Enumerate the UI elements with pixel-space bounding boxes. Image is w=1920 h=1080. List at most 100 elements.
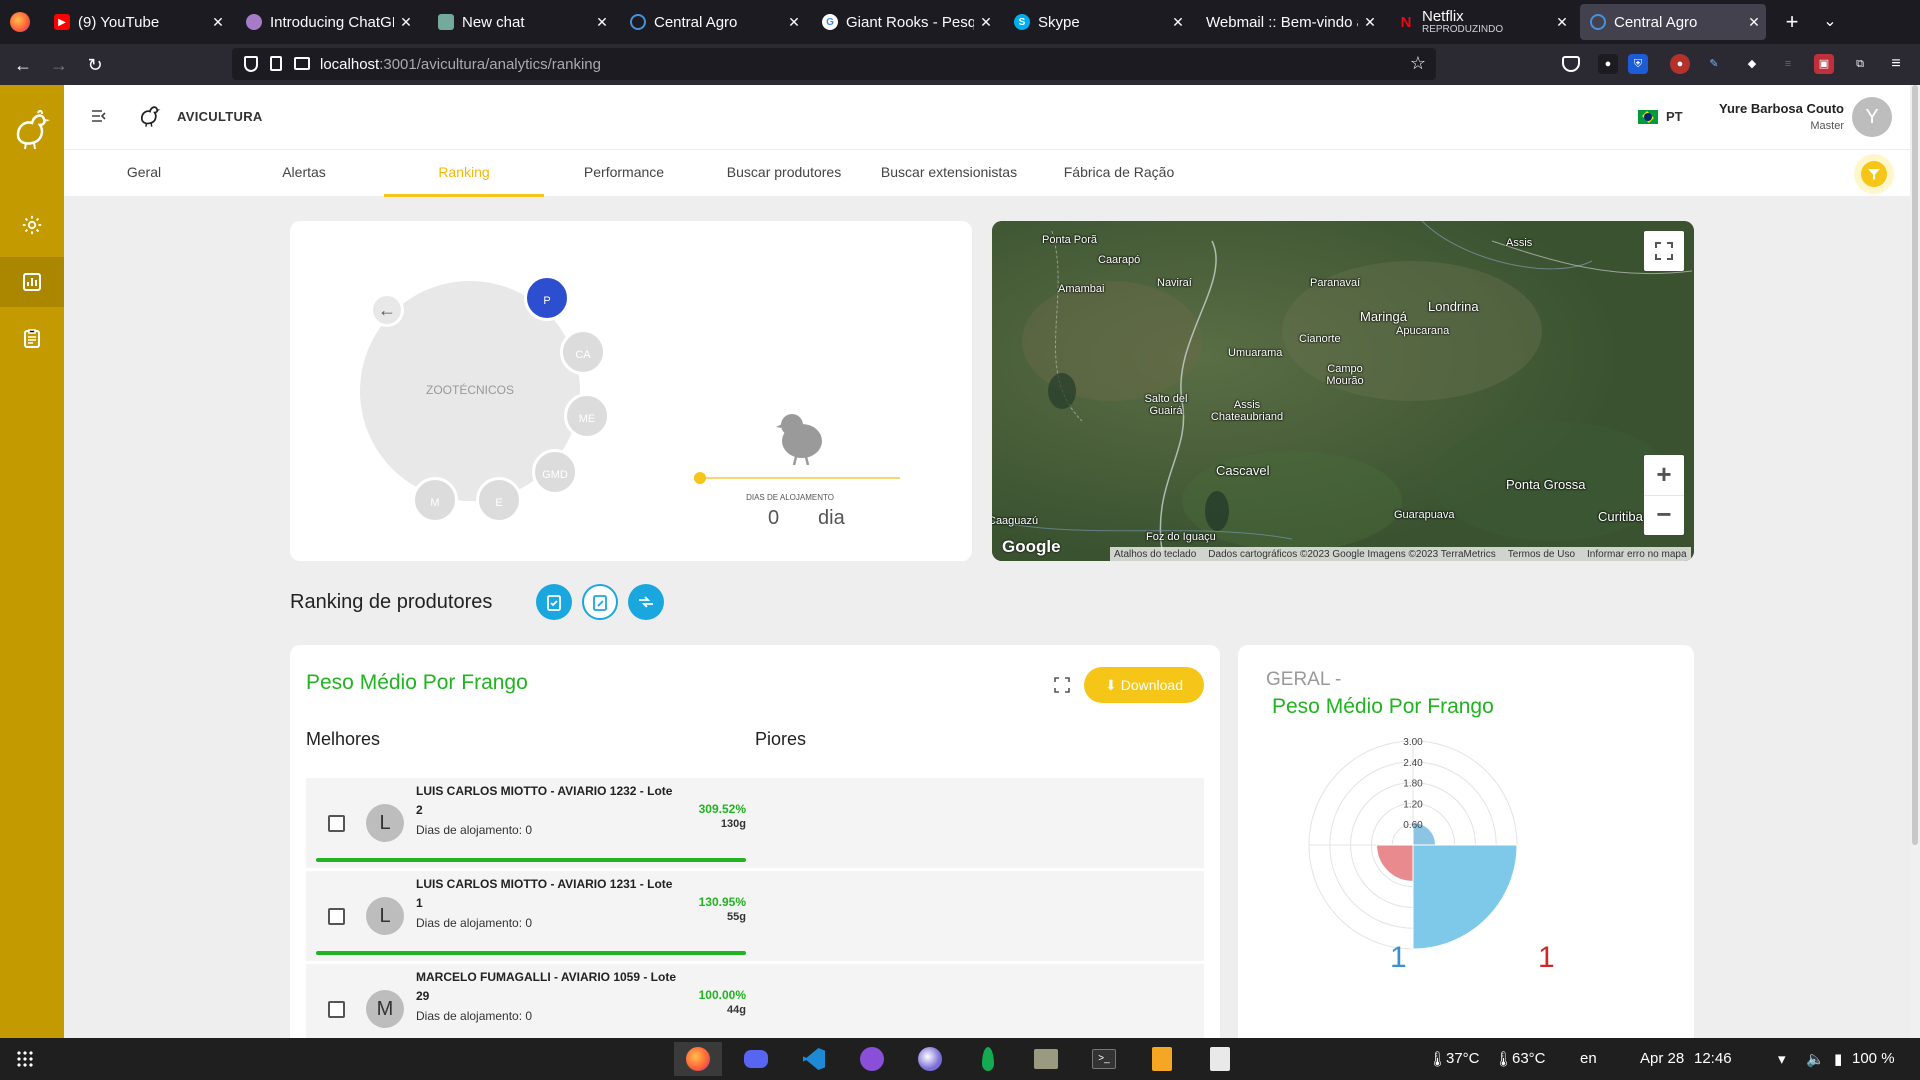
shield-icon[interactable] — [244, 56, 258, 72]
row-checkbox[interactable] — [328, 1001, 345, 1018]
tab-skype[interactable]: S Skype ✕ — [1004, 4, 1190, 40]
satellite-map[interactable]: Ponta Porã Caarapó Amambai Naviraí Paran… — [992, 221, 1694, 561]
taskbar-eclipse-icon[interactable] — [906, 1042, 954, 1076]
indicator-option-m[interactable]: M — [412, 477, 458, 523]
tab-giant-rooks[interactable]: G Giant Rooks - Pesquisa ✕ — [812, 4, 998, 40]
indicator-option-gmd[interactable]: GMD — [532, 449, 578, 495]
tab-netflix[interactable]: N Netflix REPRODUZINDO ✕ — [1388, 4, 1574, 40]
taskbar-terminal-icon[interactable]: >_ — [1080, 1042, 1128, 1076]
scrollbar-thumb[interactable] — [1912, 85, 1918, 845]
taskbar-mongodb-icon[interactable] — [964, 1042, 1012, 1076]
page-scrollbar[interactable] — [1910, 85, 1920, 1038]
tab-buscar-produtores[interactable]: Buscar produtores — [704, 150, 864, 197]
url-bar[interactable]: localhost:3001/avicultura/analytics/rank… — [232, 48, 1436, 80]
extension-github-icon[interactable]: ● — [1598, 54, 1618, 74]
expand-icon[interactable] — [1054, 677, 1070, 693]
extension-red-icon[interactable]: ● — [1670, 54, 1690, 74]
extension-pen-icon[interactable]: ✎ — [1704, 54, 1724, 74]
collapse-menu-icon[interactable] — [90, 107, 108, 125]
tab-geral[interactable]: Geral — [64, 150, 224, 197]
new-tab-icon[interactable]: + — [1778, 8, 1806, 36]
permissions-icon[interactable] — [294, 57, 310, 70]
bookmark-star-icon[interactable]: ☆ — [1410, 53, 1426, 74]
close-tab-icon[interactable]: ✕ — [394, 14, 418, 31]
row-checkbox[interactable] — [328, 908, 345, 925]
gear-icon[interactable] — [18, 211, 46, 239]
tab-alertas[interactable]: Alertas — [224, 150, 384, 197]
clock-date[interactable]: Apr 28 — [1640, 1050, 1684, 1067]
menu-hamburger-icon[interactable]: ≡ — [1886, 54, 1906, 74]
indicator-option-p[interactable]: P — [524, 275, 570, 321]
table-row[interactable]: L LUIS CARLOS MIOTTO - AVIARIO 1232 - Lo… — [306, 778, 1204, 868]
keyboard-language[interactable]: en — [1580, 1050, 1597, 1067]
close-tab-icon[interactable]: ✕ — [206, 14, 230, 31]
indicator-option-ca[interactable]: CA — [560, 329, 606, 375]
app-grid-icon[interactable] — [16, 1050, 34, 1068]
tab-fabrica-de-racao[interactable]: Fábrica de Ração — [1034, 150, 1204, 197]
tab-central-agro[interactable]: Central Agro ✕ — [620, 4, 806, 40]
tab-ranking[interactable]: Ranking — [384, 150, 544, 197]
keyboard-shortcuts-link[interactable]: Atalhos do teclado — [1114, 549, 1196, 560]
volume-icon[interactable]: 🔈 — [1806, 1050, 1825, 1068]
close-tab-icon[interactable]: ✕ — [1550, 14, 1574, 31]
clipboard-icon[interactable] — [18, 324, 46, 352]
brazil-flag-icon[interactable] — [1638, 110, 1658, 124]
language-selector[interactable]: PT — [1666, 109, 1683, 124]
tab-performance[interactable]: Performance — [544, 150, 704, 197]
taskbar-calculator-icon[interactable] — [1196, 1042, 1244, 1076]
indicator-option-me[interactable]: ME — [564, 393, 610, 439]
extension-new-icon[interactable]: ▣ — [1814, 54, 1834, 74]
avatar[interactable]: Y — [1852, 97, 1892, 137]
taskbar-editor-icon[interactable] — [1138, 1042, 1186, 1076]
tab-introducing-chatgpt[interactable]: Introducing ChatGPT ✕ — [236, 4, 418, 40]
taskbar-vscode-icon[interactable] — [790, 1042, 838, 1076]
firefox-menu-icon[interactable] — [10, 12, 30, 32]
extension-ublock-icon[interactable]: ⛨ — [1628, 54, 1648, 74]
forward-icon[interactable]: → — [46, 52, 72, 78]
close-tab-icon[interactable]: ✕ — [1742, 14, 1766, 31]
zoom-out-button[interactable]: − — [1644, 495, 1684, 535]
table-row[interactable]: L LUIS CARLOS MIOTTO - AVIARIO 1231 - Lo… — [306, 871, 1204, 961]
report-error-link[interactable]: Informar erro no mapa — [1587, 549, 1687, 560]
analytics-icon[interactable] — [18, 268, 46, 296]
indicator-option-e[interactable]: E — [476, 477, 522, 523]
close-tab-icon[interactable]: ✕ — [590, 14, 614, 31]
page-icon[interactable] — [270, 56, 282, 71]
close-tab-icon[interactable]: ✕ — [782, 14, 806, 31]
table-row[interactable]: M MARCELO FUMAGALLI - AVIARIO 1059 - Lot… — [306, 964, 1204, 1038]
extension-faded-icon[interactable]: ≡ — [1778, 54, 1798, 74]
taskbar-files-icon[interactable] — [1022, 1042, 1070, 1076]
filter-button[interactable] — [1854, 154, 1894, 194]
days-slider-thumb[interactable] — [694, 472, 706, 484]
row-checkbox[interactable] — [328, 815, 345, 832]
terms-link[interactable]: Termos de Uso — [1508, 549, 1575, 560]
extension-diamond-icon[interactable]: ◆ — [1742, 54, 1762, 74]
close-tab-icon[interactable]: ✕ — [1166, 14, 1190, 31]
fullscreen-map-button[interactable] — [1644, 231, 1684, 271]
pocket-icon[interactable] — [1562, 56, 1580, 72]
back-icon[interactable]: ← — [10, 52, 36, 78]
list-tabs-icon[interactable]: ⌄ — [1816, 8, 1844, 36]
reload-icon[interactable]: ↻ — [82, 52, 108, 78]
taskbar-github-icon[interactable] — [848, 1042, 896, 1076]
extensions-puzzle-icon[interactable]: ⧉ — [1850, 54, 1870, 74]
wifi-icon[interactable]: ▾ — [1778, 1050, 1786, 1068]
taskbar-discord-icon[interactable] — [732, 1042, 780, 1076]
tab-youtube[interactable]: ▶ (9) YouTube ✕ — [44, 4, 230, 40]
close-tab-icon[interactable]: ✕ — [1358, 14, 1382, 31]
checklist-button[interactable] — [536, 584, 572, 620]
battery-icon[interactable]: ▮ — [1834, 1050, 1842, 1068]
clock-time[interactable]: 12:46 — [1694, 1050, 1732, 1067]
compare-button[interactable] — [628, 584, 664, 620]
edit-list-button[interactable] — [582, 584, 618, 620]
taskbar-firefox-icon[interactable] — [674, 1042, 722, 1076]
back-arrow-button[interactable]: ← — [370, 293, 404, 327]
zoom-in-button[interactable]: + — [1644, 455, 1684, 495]
tab-buscar-extensionistas[interactable]: Buscar extensionistas — [864, 150, 1034, 197]
download-button[interactable]: ⬇ Download — [1084, 667, 1204, 703]
tab-central-agro-active[interactable]: Central Agro ✕ — [1580, 4, 1766, 40]
tab-webmail[interactable]: Webmail :: Bem-vindo a ✕ — [1196, 4, 1382, 40]
tab-new-chat[interactable]: New chat ✕ — [428, 4, 614, 40]
close-tab-icon[interactable]: ✕ — [974, 14, 998, 31]
chicken-logo-icon[interactable] — [8, 105, 56, 153]
